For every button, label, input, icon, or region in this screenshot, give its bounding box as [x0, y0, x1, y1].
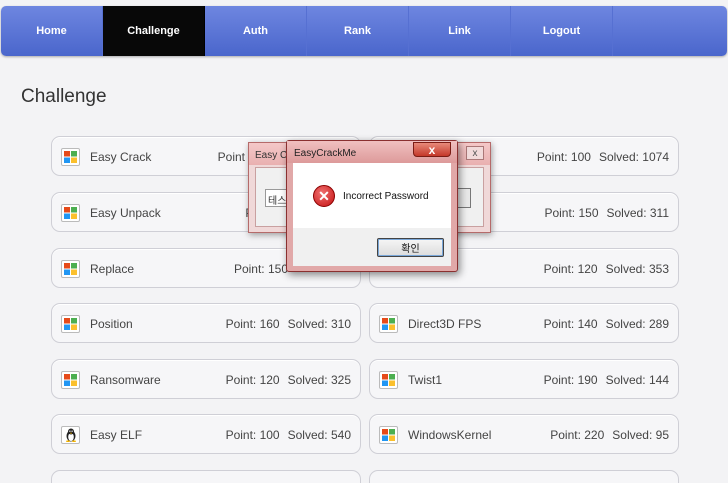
challenge-name: Position	[90, 317, 133, 331]
challenge-name: Direct3D FPS	[408, 317, 482, 331]
windows-icon	[379, 315, 398, 333]
top-navbar: Home Challenge Auth Rank Link Logout	[1, 6, 727, 56]
challenge-card-twist1[interactable]: Twist1 Point: 190 Solved: 144	[369, 359, 679, 399]
challenge-name: Easy Unpack	[90, 206, 161, 220]
challenge-solved: Solved: 289	[605, 317, 669, 331]
windows-icon	[61, 315, 80, 333]
challenge-solved: Solved: 144	[605, 373, 669, 387]
challenge-name: Ransomware	[90, 373, 161, 387]
challenge-point: Point: 220	[550, 428, 605, 442]
dialog-title: EasyCrackMe	[294, 148, 357, 159]
dialog-content: ✕ Incorrect Password	[293, 163, 451, 228]
challenge-point: Point: 190	[543, 373, 598, 387]
dialog-footer: 확인	[293, 228, 451, 266]
nav-rank[interactable]: Rank	[307, 6, 409, 56]
page-title: Challenge	[21, 86, 107, 107]
challenge-point: Point: 120	[543, 262, 598, 276]
nav-home[interactable]: Home	[1, 6, 103, 56]
close-icon[interactable]: x	[413, 142, 451, 157]
windows-icon	[379, 426, 398, 444]
challenge-card-easy-elf[interactable]: Easy ELF Point: 100 Solved: 540	[51, 414, 361, 454]
challenge-card-position[interactable]: Position Point: 160 Solved: 310	[51, 303, 361, 343]
challenge-point: Point: 140	[543, 317, 598, 331]
challenge-point: Point: 100	[536, 150, 591, 164]
challenge-name: WindowsKernel	[408, 428, 492, 442]
nav-auth[interactable]: Auth	[205, 6, 307, 56]
challenge-point: Point: 150	[233, 262, 288, 276]
nav-empty	[613, 6, 715, 56]
error-dialog: EasyCrackMe x ✕ Incorrect Password 확인	[286, 140, 458, 272]
challenge-solved: Solved: 540	[287, 428, 351, 442]
ok-button[interactable]: 확인	[377, 238, 444, 257]
challenge-card-partial[interactable]	[369, 470, 679, 483]
challenge-card-windowskernel[interactable]: WindowsKernel Point: 220 Solved: 95	[369, 414, 679, 454]
challenge-name: Easy Crack	[90, 150, 152, 164]
challenge-name: Twist1	[408, 373, 443, 387]
challenge-point: Point: 150	[544, 206, 599, 220]
windows-icon	[61, 148, 80, 166]
dialog-message: Incorrect Password	[343, 191, 429, 202]
nav-challenge[interactable]: Challenge	[103, 6, 205, 56]
challenge-solved: Solved: 311	[606, 206, 670, 220]
challenge-point: Point: 160	[225, 317, 280, 331]
challenge-point: Point: 100	[225, 428, 280, 442]
challenge-solved: Solved: 325	[287, 373, 351, 387]
challenge-name: Replace	[90, 262, 135, 276]
windows-icon	[61, 260, 80, 278]
challenge-point: Point: 120	[225, 373, 280, 387]
challenge-card-ransomware[interactable]: Ransomware Point: 120 Solved: 325	[51, 359, 361, 399]
challenge-solved: Solved: 310	[287, 317, 351, 331]
error-icon: ✕	[313, 185, 335, 207]
nav-logout[interactable]: Logout	[511, 6, 613, 56]
windows-icon	[379, 371, 398, 389]
challenge-point: Point	[217, 150, 245, 164]
challenge-solved: Solved: 353	[605, 262, 669, 276]
challenge-solved: Solved: 1074	[598, 150, 669, 164]
challenge-card-partial[interactable]	[51, 470, 361, 483]
challenge-card-direct3d-fps[interactable]: Direct3D FPS Point: 140 Solved: 289	[369, 303, 679, 343]
close-icon[interactable]: x	[466, 146, 484, 160]
windows-icon	[61, 204, 80, 222]
nav-link[interactable]: Link	[409, 6, 511, 56]
challenge-solved: Solved: 95	[612, 428, 669, 442]
linux-icon	[61, 426, 80, 444]
challenge-name: Easy ELF	[90, 428, 143, 442]
windows-icon	[61, 371, 80, 389]
dialog-titlebar: EasyCrackMe x	[287, 141, 457, 163]
